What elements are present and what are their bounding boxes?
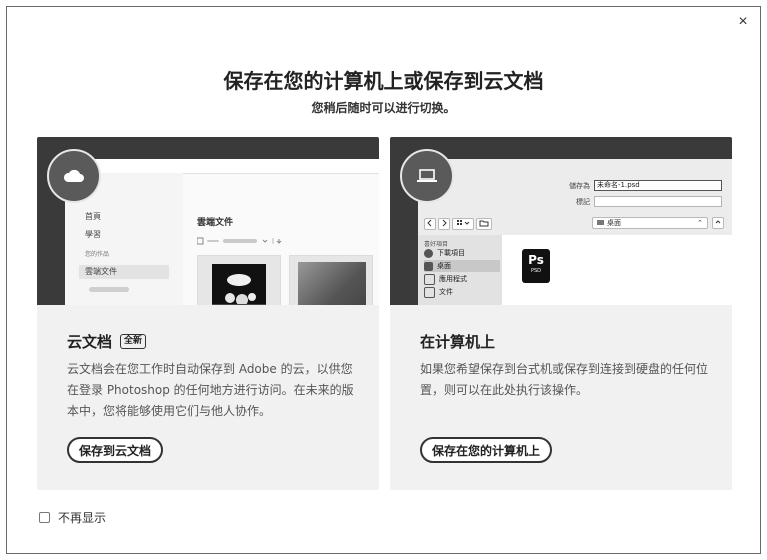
cloud-app-toolbar <box>197 237 282 245</box>
psd-label: PSD <box>530 268 542 274</box>
finder-file-area: Ps PSD <box>502 235 732 305</box>
chevron-updown-icon: ⌃ <box>697 219 703 227</box>
save-location-dialog: × 保存在您的计算机上或保存到云文档 您稍后随时可以进行切换。 首頁 學習 您的… <box>6 6 761 554</box>
close-button[interactable]: × <box>734 13 752 31</box>
save-as-label: 儲存為 <box>569 182 590 190</box>
sidebar-item-downloads: 下載項目 <box>424 247 500 259</box>
close-icon: × <box>738 13 748 30</box>
save-file-panel: 儲存為 未命名-1.psd 標記 桌面 ⌃ 喜好項目 下載項目 桌面 應用程式 … <box>418 159 732 305</box>
view-options-button <box>452 218 474 230</box>
sidebar-item-documents: 文件 <box>424 286 500 298</box>
laptop-icon <box>417 169 437 182</box>
cloud-app-window: 首頁 學習 您的作品 雲端文件 雲端文件 <box>65 159 379 305</box>
chevron-left-icon <box>427 219 432 227</box>
cloud-documents-card: 首頁 學習 您的作品 雲端文件 雲端文件 云文档 全新 云文档会在您工作时自动保… <box>37 137 379 490</box>
sidebar-item-label: 文件 <box>439 288 453 296</box>
back-button <box>424 218 436 230</box>
applications-icon <box>424 273 435 285</box>
psd-file-icon: Ps PSD <box>522 249 550 283</box>
nav-item-cloud-docs: 雲端文件 <box>79 265 169 279</box>
computer-card-heading: 在计算机上 <box>420 331 495 352</box>
tags-label: 標記 <box>576 198 590 206</box>
dont-show-checkbox[interactable] <box>39 512 50 523</box>
computer-card-description: 如果您希望保存到台式机或保存到连接到硬盘的任何位置，则可以在此处执行该操作。 <box>420 362 709 397</box>
thumbnail-image <box>298 262 366 305</box>
folder-icon <box>479 220 489 227</box>
cloud-app-topbar <box>65 159 379 174</box>
new-folder-button <box>476 218 492 230</box>
thumbnail-art <box>212 274 266 305</box>
thumbnail <box>197 255 281 305</box>
chevron-up-icon <box>715 220 721 224</box>
ps-logo-text: Ps <box>528 253 544 267</box>
thumbnail-image <box>212 264 266 305</box>
dialog-title: 保存在您的计算机上或保存到云文档 <box>223 69 544 93</box>
on-computer-card: 儲存為 未命名-1.psd 標記 桌面 ⌃ 喜好項目 下載項目 桌面 應用程式 … <box>390 137 732 490</box>
cloud-icon <box>63 169 84 182</box>
folder-icon <box>597 220 604 225</box>
download-icon <box>424 248 433 258</box>
location-select: 桌面 ⌃ <box>592 217 708 229</box>
location-value: 桌面 <box>607 219 621 227</box>
thumbnail <box>289 255 373 305</box>
dialog-subtitle: 您稍后随时可以进行切换。 <box>311 101 456 115</box>
tags-field <box>594 196 722 207</box>
dont-show-again[interactable]: 不再显示 <box>39 509 106 526</box>
sidebar-item-desktop: 桌面 <box>424 260 500 272</box>
cloud-card-description: 云文档会在您工作时自动保存到 Adobe 的云，以供您在登录 Photoshop… <box>67 362 354 418</box>
computer-preview: 儲存為 未命名-1.psd 標記 桌面 ⌃ 喜好項目 下載項目 桌面 應用程式 … <box>390 137 732 305</box>
computer-card-title: 在计算机上 <box>420 333 496 351</box>
new-badge: 全新 <box>120 334 147 349</box>
save-as-field: 未命名-1.psd <box>594 180 722 191</box>
nav-placeholder <box>89 287 129 292</box>
desktop-icon <box>424 261 433 271</box>
finder-sidebar: 喜好項目 下載項目 桌面 應用程式 文件 <box>418 235 502 305</box>
cloud-badge <box>47 149 101 203</box>
cloud-app-main-title: 雲端文件 <box>197 218 234 228</box>
sidebar-item-applications: 應用程式 <box>424 273 500 285</box>
cloud-card-heading: 云文档 全新 <box>67 331 147 352</box>
sidebar-item-label: 下載項目 <box>437 249 465 257</box>
sidebar-item-label: 應用程式 <box>439 275 467 283</box>
expand-button <box>712 217 724 229</box>
chevron-right-icon <box>442 219 447 227</box>
nav-item-learn: 學習 <box>85 230 101 239</box>
cloud-card-title: 云文档 <box>67 333 113 351</box>
nav-item-your-work: 您的作品 <box>85 251 110 258</box>
document-icon <box>424 286 435 298</box>
forward-button <box>438 218 450 230</box>
laptop-badge <box>400 149 454 203</box>
sidebar-item-label: 桌面 <box>437 262 451 270</box>
save-on-computer-button[interactable]: 保存在您的计算机上 <box>420 437 553 463</box>
save-to-cloud-button[interactable]: 保存到云文档 <box>67 437 164 463</box>
nav-item-home: 首頁 <box>85 212 101 221</box>
grid-view-icon <box>457 220 470 225</box>
cloud-preview: 首頁 學習 您的作品 雲端文件 雲端文件 <box>37 137 379 305</box>
dont-show-label: 不再显示 <box>58 511 107 525</box>
